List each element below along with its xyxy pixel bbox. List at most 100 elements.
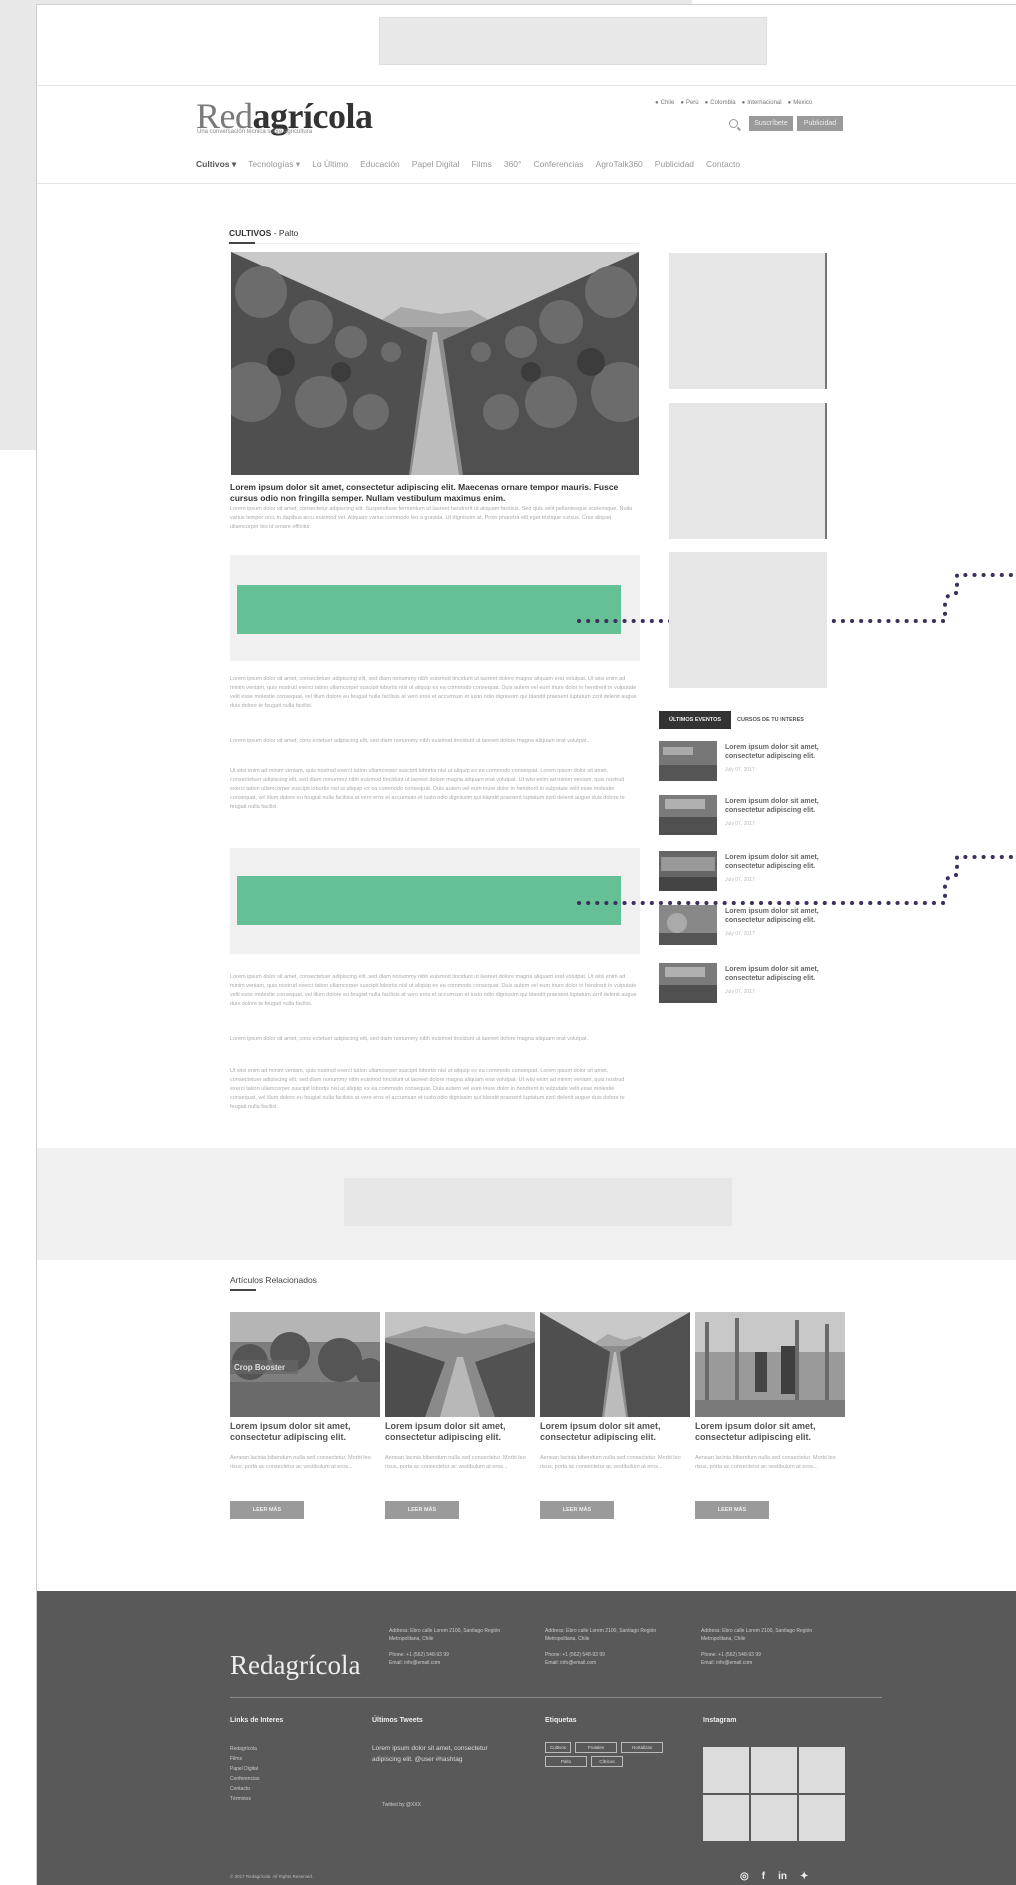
event-date: July 07, 2017: [725, 821, 755, 827]
footer-tag[interactable]: Cítricos: [591, 1756, 623, 1767]
site-footer: Redagrícola Address: Ebro calle Lorem 21…: [37, 1591, 1016, 1885]
footer-col-instagram: Instagram: [703, 1717, 737, 1724]
article-paragraph-4: Lorem ipsum dolor sit amet, consectetuer…: [230, 974, 637, 1007]
nav-item-lo-ultimo[interactable]: Lo Último: [312, 159, 348, 170]
event-title[interactable]: Lorem ipsum dolor sit amet, consectetur …: [725, 907, 835, 925]
event-item[interactable]: Lorem ipsum dolor sit amet, consectetur …: [659, 795, 839, 839]
related-card-image[interactable]: [695, 1312, 845, 1417]
footer-tag[interactable]: Hortalizas: [621, 1742, 663, 1753]
read-more-button[interactable]: LEER MÁS: [230, 1501, 304, 1519]
footer-tag[interactable]: Palto: [545, 1756, 587, 1767]
footer-link[interactable]: Conferencias: [230, 1774, 259, 1784]
footer-address-1: Address: Ebro calle Lorem 2100, Santiago…: [389, 1628, 501, 1666]
advertise-button[interactable]: Publicidad: [797, 116, 843, 131]
top-ad-banner[interactable]: [379, 17, 767, 65]
country-link-internacional[interactable]: ● Internacional: [742, 100, 782, 106]
event-date: July 07, 2017: [725, 989, 755, 995]
linkedin-icon[interactable]: in: [778, 1871, 787, 1882]
twitter-icon[interactable]: ✦: [800, 1871, 808, 1882]
article-lead: Lorem ipsum dolor sit amet, consectetur …: [230, 506, 633, 530]
flag-icon: ●: [787, 100, 792, 106]
nav-item-tecnologias[interactable]: Tecnologías ▾: [248, 159, 300, 170]
related-card-title[interactable]: Lorem ipsum dolor sit amet, consectetur …: [385, 1421, 537, 1443]
country-link-peru[interactable]: ● Perú: [680, 100, 698, 106]
header-divider-bottom: [37, 183, 1016, 184]
instagram-photo[interactable]: [751, 1795, 797, 1841]
nav-item-agrotalk[interactable]: AgroTalk360: [596, 159, 643, 170]
event-item[interactable]: Lorem ipsum dolor sit amet, consectetur …: [659, 851, 839, 895]
footer-link[interactable]: Términos: [230, 1794, 259, 1804]
related-card-image[interactable]: [540, 1312, 690, 1417]
related-card-title[interactable]: Lorem ipsum dolor sit amet, consectetur …: [230, 1421, 382, 1443]
event-date: July 07, 2017: [725, 931, 755, 937]
sidebar-ad-2[interactable]: [669, 403, 827, 539]
footer-tag[interactable]: Frutales: [575, 1742, 617, 1753]
footer-tweet-author[interactable]: Twitted by @XXX: [382, 1802, 421, 1808]
footer-link[interactable]: Redagrícola: [230, 1744, 259, 1754]
nav-item-publicidad[interactable]: Publicidad: [655, 159, 694, 170]
event-title[interactable]: Lorem ipsum dolor sit amet, consectetur …: [725, 743, 835, 761]
nav-item-films[interactable]: Films: [472, 159, 492, 170]
instagram-photo[interactable]: [751, 1747, 797, 1793]
hero-image: [231, 252, 639, 475]
event-thumbnail: [659, 851, 717, 891]
event-item[interactable]: Lorem ipsum dolor sit amet, consectetur …: [659, 741, 839, 785]
globe-icon: ●: [741, 100, 746, 106]
nav-item-360[interactable]: 360°: [504, 159, 522, 170]
site-tagline: Una conversación técnica sobre agricultu…: [197, 129, 313, 135]
inline-ad-2-banner[interactable]: [237, 876, 621, 925]
event-title[interactable]: Lorem ipsum dolor sit amet, consectetur …: [725, 853, 835, 871]
flag-icon: ●: [704, 100, 709, 106]
nav-item-cultivos[interactable]: Cultivos ▾: [196, 159, 236, 170]
instagram-photo[interactable]: [799, 1795, 845, 1841]
crop-booster-overlay: Crop Booster: [234, 1363, 285, 1372]
nav-item-papel-digital[interactable]: Papel Digital: [412, 159, 460, 170]
article-paragraph-3: Ut wisi enim ad minim veniam, quis nostr…: [230, 768, 625, 810]
instagram-icon[interactable]: ◎: [740, 1871, 749, 1882]
footer-link[interactable]: Contacto: [230, 1784, 259, 1794]
nav-item-contacto[interactable]: Contacto: [706, 159, 740, 170]
event-thumbnail: [659, 905, 717, 945]
related-card-title[interactable]: Lorem ipsum dolor sit amet, consectetur …: [540, 1421, 692, 1443]
instagram-photo[interactable]: [703, 1795, 749, 1841]
search-icon[interactable]: [729, 119, 738, 128]
related-card-image[interactable]: Crop Booster: [230, 1312, 380, 1417]
footer-link[interactable]: Papel Digital: [230, 1764, 259, 1774]
tab-cursos[interactable]: CURSOS DE TU INTERES: [737, 711, 804, 729]
sidebar-ad-1[interactable]: [669, 253, 827, 389]
footer-tweet[interactable]: Lorem ipsum dolor sit amet, consectetur …: [372, 1743, 502, 1765]
facebook-icon[interactable]: f: [762, 1871, 765, 1882]
event-item[interactable]: Lorem ipsum dolor sit amet, consectetur …: [659, 905, 839, 949]
country-link-chile[interactable]: ● Chile: [655, 100, 674, 106]
related-card-title[interactable]: Lorem ipsum dolor sit amet, consectetur …: [695, 1421, 847, 1443]
event-item[interactable]: Lorem ipsum dolor sit amet, consectetur …: [659, 963, 839, 1007]
footer-tag[interactable]: Cultivos: [545, 1742, 571, 1753]
article-paragraph-5: Lorem ipsum dolor sit amet, cons ectetue…: [230, 1036, 588, 1042]
country-link-colombia[interactable]: ● Colombia: [705, 100, 736, 106]
tab-ultimos-eventos[interactable]: ÚLTIMOS EVENTOS: [659, 711, 731, 729]
read-more-button[interactable]: LEER MÁS: [695, 1501, 769, 1519]
breadcrumb: CULTIVOS - Palto: [229, 228, 299, 238]
event-date: July 07, 2017: [725, 767, 755, 773]
instagram-photo[interactable]: [703, 1747, 749, 1793]
nav-item-educacion[interactable]: Educación: [360, 159, 400, 170]
related-articles-label: Artículos Relacionados: [230, 1275, 317, 1285]
read-more-button[interactable]: LEER MÁS: [385, 1501, 459, 1519]
footer-col-tags: Etiquetas: [545, 1717, 577, 1724]
read-more-button[interactable]: LEER MÁS: [540, 1501, 614, 1519]
wide-ad-banner[interactable]: [344, 1178, 732, 1226]
nav-item-conferencias[interactable]: Conferencias: [533, 159, 583, 170]
country-link-mexico[interactable]: ● Mexico: [788, 100, 813, 106]
breadcrumb-subcategory[interactable]: Palto: [279, 228, 298, 238]
footer-col-tweets: Últimos Tweets: [372, 1717, 423, 1724]
breadcrumb-category[interactable]: CULTIVOS: [229, 228, 271, 238]
event-title[interactable]: Lorem ipsum dolor sit amet, consectetur …: [725, 965, 835, 983]
instagram-photo[interactable]: [799, 1747, 845, 1793]
footer-logo[interactable]: Redagrícola: [230, 1650, 360, 1681]
inline-ad-1-banner[interactable]: [237, 585, 621, 634]
subscribe-button[interactable]: Suscríbete: [749, 116, 793, 131]
related-card-image[interactable]: [385, 1312, 535, 1417]
footer-link[interactable]: Films: [230, 1754, 259, 1764]
event-title[interactable]: Lorem ipsum dolor sit amet, consectetur …: [725, 797, 835, 815]
sidebar-ad-3[interactable]: [669, 552, 827, 688]
